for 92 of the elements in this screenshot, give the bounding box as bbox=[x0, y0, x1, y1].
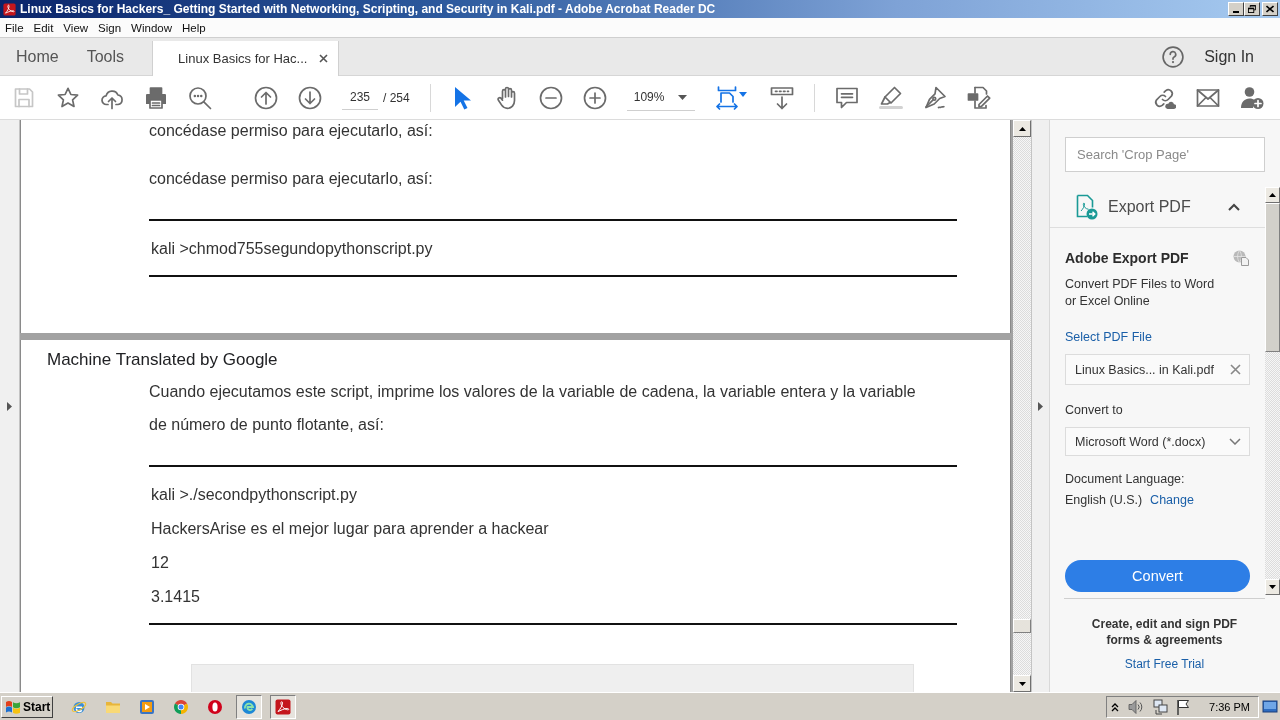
clear-icon[interactable] bbox=[1230, 364, 1241, 375]
pdf-logo-icon bbox=[3, 2, 16, 16]
convert-button[interactable]: Convert bbox=[1065, 560, 1250, 592]
taskbar-app-button[interactable] bbox=[270, 694, 296, 719]
scroll-up-button[interactable] bbox=[1013, 120, 1031, 137]
triangle-up-icon bbox=[1018, 126, 1026, 131]
panel-description: Convert PDF Files to Word or Excel Online bbox=[1065, 276, 1216, 310]
minimize-button[interactable] bbox=[1228, 2, 1244, 16]
expand-arrow-icon[interactable] bbox=[1038, 401, 1043, 411]
select-file-link[interactable]: Select PDF File bbox=[1065, 329, 1250, 346]
code-line: kali >chmod755segundopythonscript.py bbox=[151, 239, 434, 259]
arrow-down-circle-icon[interactable] bbox=[298, 85, 322, 110]
code-line: kali >./secondpythonscript.py bbox=[151, 485, 358, 505]
menu-item[interactable]: Edit bbox=[28, 21, 59, 34]
translation-header: Machine Translated by Google bbox=[47, 349, 278, 371]
minus-circle-icon[interactable] bbox=[538, 85, 563, 110]
code-line: 3.1415 bbox=[151, 587, 201, 607]
pen-nib-icon[interactable] bbox=[922, 85, 947, 110]
network-icon[interactable] bbox=[1153, 698, 1169, 715]
file-field[interactable]: Linux Basics... in Kali.pdf bbox=[1065, 354, 1250, 385]
star-icon[interactable] bbox=[56, 85, 80, 110]
show-desktop-icon[interactable] bbox=[1262, 698, 1278, 715]
close-button[interactable] bbox=[1262, 2, 1278, 16]
body-text: concédase permiso para ejecutarlo, así: bbox=[149, 169, 434, 189]
restore-icon bbox=[1248, 5, 1256, 13]
menu-item[interactable]: Window bbox=[126, 21, 177, 34]
pdf-logo-icon bbox=[275, 698, 291, 715]
scroll-up-button[interactable] bbox=[1265, 187, 1280, 203]
tab[interactable]: Tools bbox=[72, 38, 139, 75]
flag-logo-icon bbox=[5, 699, 21, 714]
printer-icon[interactable] bbox=[144, 85, 168, 110]
add-person-icon[interactable] bbox=[1240, 85, 1264, 110]
menu-item[interactable]: File bbox=[0, 21, 29, 34]
search-icon[interactable] bbox=[188, 85, 212, 110]
arrow-up-circle-icon[interactable] bbox=[254, 85, 278, 110]
taskbar-app-button[interactable] bbox=[236, 694, 262, 719]
code-line: 12 bbox=[151, 553, 170, 573]
sign-in-button[interactable]: Sign In bbox=[1204, 47, 1254, 66]
page-width-icon[interactable] bbox=[714, 85, 739, 110]
free-trial-link[interactable]: Start Free Trial bbox=[1124, 656, 1205, 672]
panel-heading: Adobe Export PDF bbox=[1065, 249, 1189, 267]
chevron-up-icon[interactable] bbox=[1111, 701, 1119, 712]
close-icon[interactable] bbox=[319, 54, 329, 63]
scroll-down-icon[interactable] bbox=[769, 85, 794, 110]
plus-circle-icon[interactable] bbox=[582, 85, 607, 110]
section-header[interactable]: Export PDF bbox=[1050, 187, 1265, 228]
scroll-thumb[interactable] bbox=[1013, 619, 1031, 633]
restore-button[interactable] bbox=[1244, 2, 1260, 16]
triangle-down-icon bbox=[1269, 585, 1276, 589]
body-text: concédase permiso para ejecutarlo, así: bbox=[149, 121, 434, 141]
swirl-logo-icon bbox=[241, 698, 257, 715]
search-field[interactable]: Search 'Crop Page' bbox=[1065, 137, 1265, 172]
tab[interactable]: Linux Basics for Hac... bbox=[152, 41, 340, 76]
tab[interactable]: Home bbox=[2, 38, 73, 75]
promo-text: Create, edit and sign PDF forms & agreements bbox=[1090, 616, 1239, 648]
triangle-up-icon bbox=[1269, 193, 1276, 197]
change-link[interactable]: Change bbox=[1150, 492, 1194, 509]
scroll-down-button[interactable] bbox=[1013, 675, 1031, 692]
language-value: English (U.S.) bbox=[1065, 492, 1143, 509]
o-logo-icon bbox=[207, 698, 223, 715]
zoom-field[interactable]: 109% bbox=[626, 84, 695, 111]
scroll-down-button[interactable] bbox=[1265, 579, 1280, 595]
help-icon[interactable] bbox=[1162, 45, 1185, 68]
page-count: / 254 bbox=[383, 90, 410, 105]
caret-icon[interactable] bbox=[738, 92, 747, 97]
triangle-down-icon bbox=[1018, 681, 1026, 686]
language-label: Document Language: bbox=[1065, 471, 1186, 488]
menu-item[interactable]: Help bbox=[177, 21, 211, 34]
media-player-icon bbox=[139, 698, 155, 715]
menu-item[interactable]: Sign bbox=[93, 21, 127, 34]
speech-bubble-icon[interactable] bbox=[834, 85, 859, 110]
scroll-thumb[interactable] bbox=[1265, 203, 1280, 352]
expand-arrow-icon[interactable] bbox=[7, 401, 12, 411]
clock-time: 7:36 PM bbox=[1209, 700, 1250, 713]
menu-item[interactable]: View bbox=[58, 21, 94, 34]
close-icon bbox=[1266, 5, 1274, 13]
marker-pen-icon[interactable] bbox=[878, 85, 903, 110]
document-arrow-icon bbox=[1076, 194, 1098, 220]
flag-icon[interactable] bbox=[1176, 698, 1190, 715]
speaker-icon[interactable] bbox=[1128, 698, 1144, 715]
start-button[interactable]: Start bbox=[1, 695, 53, 718]
chevron-down-icon bbox=[1229, 438, 1241, 445]
body-text: Cuando ejecutamos este script, imprime los valores de la variable de cadena, la variable entera y la variable de número de punto flotante, así: bbox=[149, 382, 917, 435]
round-logo-icon bbox=[173, 698, 189, 715]
minimize-icon bbox=[1233, 11, 1239, 13]
window-title: Linux Basics for Hackers_ Getting Started with Networking, Scripting, and Security in Kali.pdf - Adobe Acrobat Reader DC bbox=[20, 2, 716, 16]
document-pen-icon[interactable] bbox=[966, 85, 991, 110]
globe-document-icon bbox=[1233, 250, 1249, 266]
caret-icon bbox=[677, 94, 687, 100]
code-line: HackersArise es el mejor lugar para aprender a hackear bbox=[151, 519, 550, 539]
convert-to-label: Convert to bbox=[1065, 402, 1124, 419]
format-dropdown[interactable]: Microsoft Word (*.docx) bbox=[1065, 427, 1250, 456]
